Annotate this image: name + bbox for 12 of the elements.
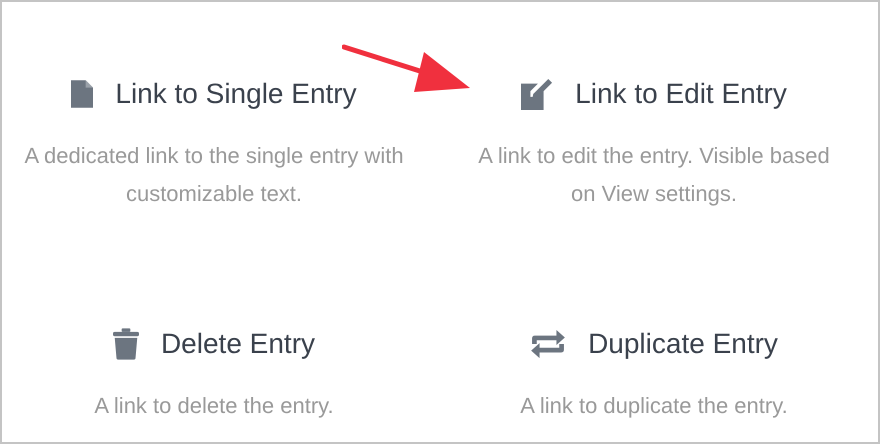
edit-icon (521, 78, 554, 110)
field-title: Link to Single Entry (115, 78, 357, 110)
trash-icon (112, 328, 139, 360)
repeat-icon (530, 329, 566, 359)
field-description: A link to edit the entry. Visible based on View settings. (477, 142, 831, 208)
field-description: A link to delete the entry. (93, 392, 335, 420)
field-title: Link to Edit Entry (575, 78, 787, 110)
field-title: Duplicate Entry (588, 328, 778, 360)
field-description: A link to duplicate the entry. (519, 392, 789, 420)
field-description: A dedicated link to the single entry with customizable text. (24, 142, 404, 208)
document-icon (71, 80, 94, 108)
field-title: Delete Entry (160, 328, 316, 360)
